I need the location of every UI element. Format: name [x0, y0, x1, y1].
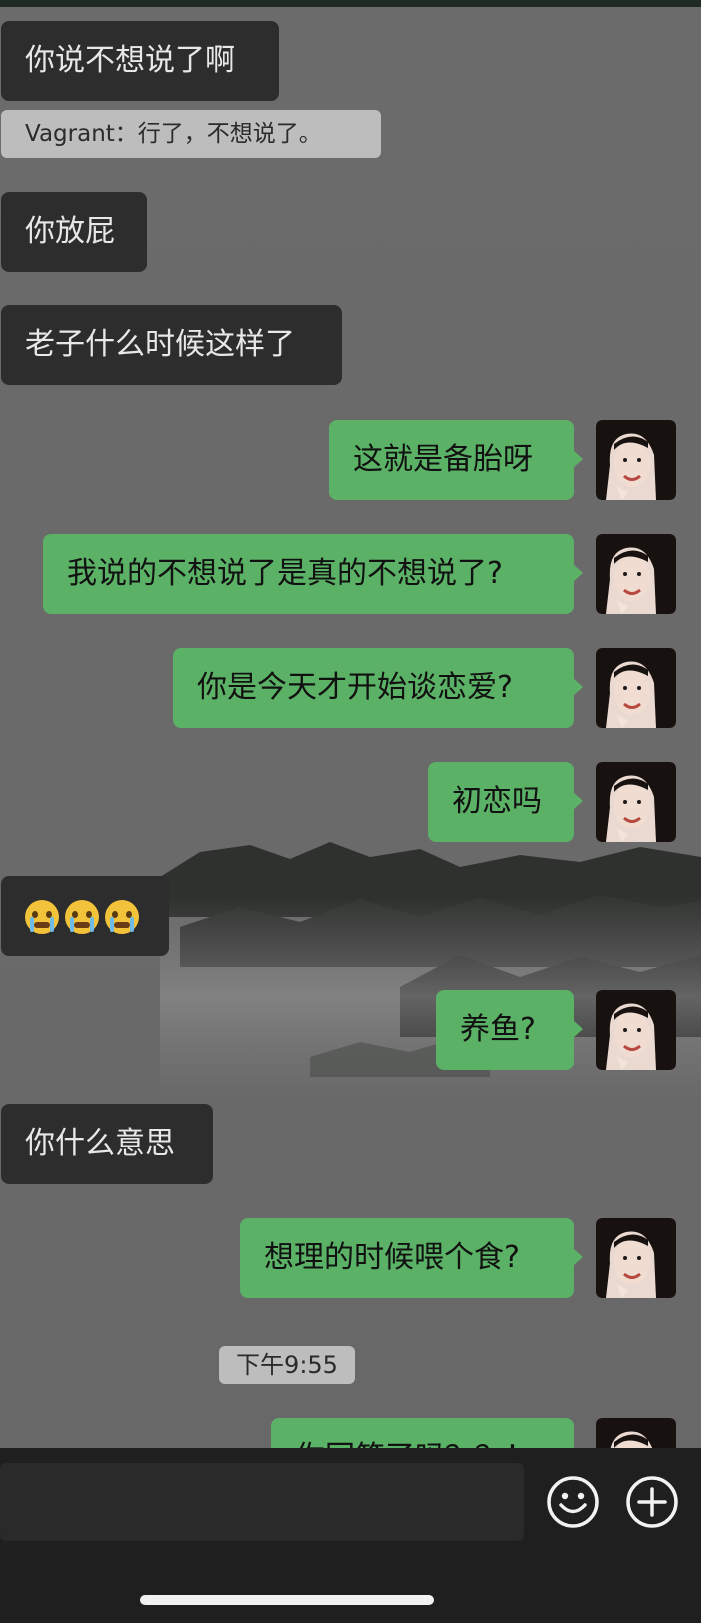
- quoted-text: Vagrant：行了，不想说了。: [25, 121, 322, 147]
- plus-circle-icon[interactable]: [624, 1474, 680, 1530]
- crying-face-emoji: [25, 899, 59, 934]
- smiley-icon[interactable]: [545, 1474, 601, 1530]
- message-text: 老子什么时候这样了: [25, 327, 295, 362]
- message-bubble-outgoing[interactable]: 你是今天才开始谈恋爱?: [173, 648, 583, 728]
- message-bubble-outgoing[interactable]: 我说的不想说了是真的不想说了?: [43, 534, 583, 614]
- home-indicator[interactable]: [140, 1595, 434, 1605]
- message-bubble-incoming[interactable]: 你说不想说了啊: [1, 21, 279, 101]
- avatar[interactable]: [596, 762, 676, 842]
- timestamp-text: 下午9:55: [236, 1351, 338, 1379]
- crying-face-emoji: [65, 899, 99, 934]
- message-bubble-outgoing[interactable]: 这就是备胎呀: [329, 420, 583, 500]
- message-text: 你什么意思: [25, 1126, 175, 1161]
- message-text: 我说的不想说了是真的不想说了?: [67, 556, 503, 591]
- input-toolbar: [0, 1448, 701, 1623]
- message-bubble-outgoing[interactable]: 你回答了吗？？！: [271, 1418, 574, 1448]
- message-text: 想理的时候喂个食?: [264, 1240, 520, 1275]
- avatar[interactable]: [596, 648, 676, 728]
- avatar[interactable]: [596, 420, 676, 500]
- message-bubble-incoming[interactable]: 老子什么时候这样了: [1, 305, 342, 385]
- message-text: 这就是备胎呀: [353, 442, 533, 477]
- avatar[interactable]: [596, 534, 676, 614]
- avatar[interactable]: [596, 1218, 676, 1298]
- message-input[interactable]: [0, 1463, 524, 1541]
- message-text: 你说不想说了啊: [25, 43, 235, 78]
- chat-area[interactable]: 你说不想说了啊 Vagrant：行了，不想说了。 你放屁 老子什么时候这样了 这…: [0, 7, 701, 1448]
- message-bubble-outgoing[interactable]: 养鱼?: [436, 990, 583, 1070]
- message-text: 你回答了吗？？！: [295, 1440, 535, 1448]
- message-bubble-incoming[interactable]: [1, 876, 169, 956]
- status-bar-strip: [0, 0, 701, 7]
- avatar[interactable]: [596, 990, 676, 1070]
- message-text: 你放屁: [25, 214, 115, 249]
- message-bubble-incoming[interactable]: 你放屁: [1, 192, 147, 272]
- message-bubble-incoming[interactable]: 你什么意思: [1, 1104, 213, 1184]
- message-bubble-outgoing[interactable]: 想理的时候喂个食?: [240, 1218, 583, 1298]
- quoted-message[interactable]: Vagrant：行了，不想说了。: [1, 110, 381, 158]
- message-text: 养鱼?: [460, 1012, 536, 1047]
- timestamp-label: 下午9:55: [219, 1346, 355, 1384]
- message-text: 你是今天才开始谈恋爱?: [197, 670, 513, 705]
- avatar[interactable]: [596, 1418, 676, 1448]
- message-bubble-outgoing[interactable]: 初恋吗: [428, 762, 583, 842]
- crying-face-emoji: [105, 899, 139, 934]
- message-text: 初恋吗: [452, 784, 542, 819]
